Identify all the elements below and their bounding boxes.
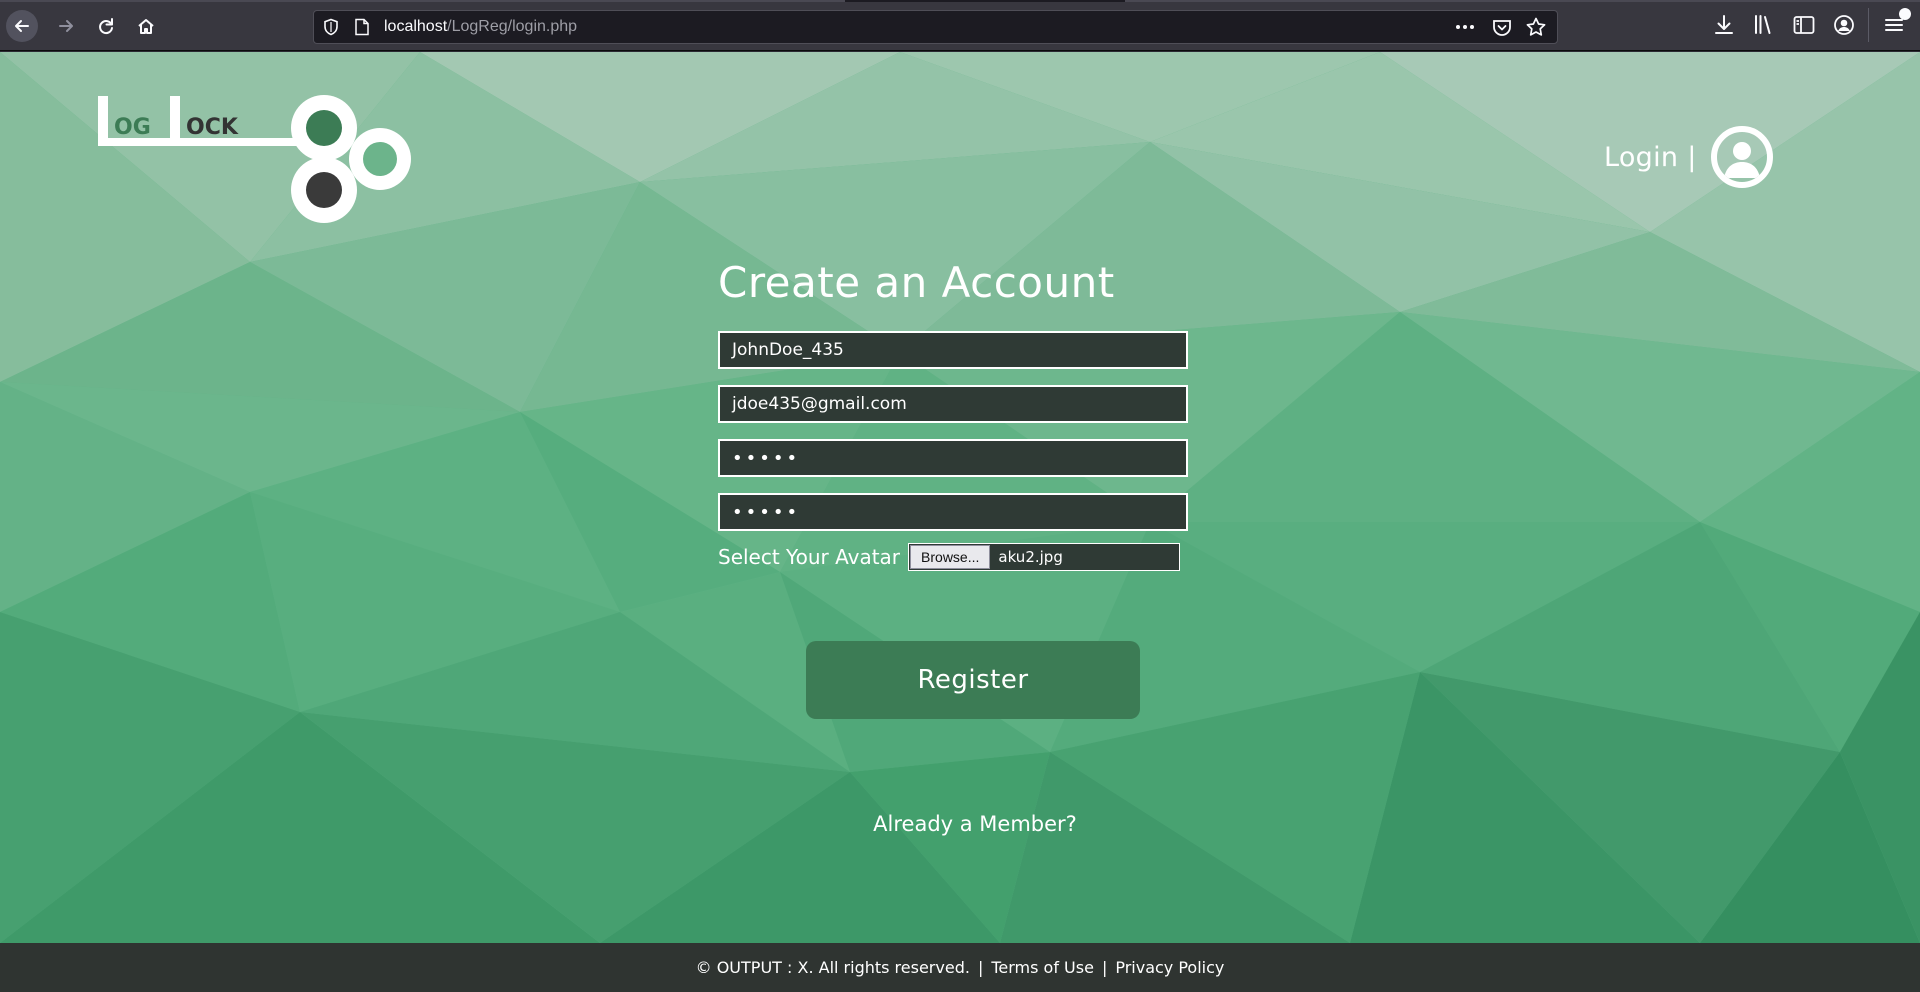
tab-strip-edge — [0, 0, 1920, 2]
more-icon[interactable] — [1453, 17, 1477, 37]
sidebar-button[interactable] — [1791, 12, 1817, 38]
shield-icon[interactable] — [322, 18, 340, 36]
avatar-file-input[interactable]: Browse... aku2.jpg — [908, 543, 1181, 571]
update-badge-icon — [1899, 8, 1911, 20]
register-button[interactable]: Register — [806, 641, 1140, 719]
login-link[interactable]: Login | — [1604, 142, 1697, 173]
url-host: localhost — [384, 18, 448, 35]
already-member-link-text[interactable]: Already a Member? — [873, 812, 1077, 836]
privacy-link[interactable]: Privacy Policy — [1115, 958, 1224, 977]
back-button[interactable] — [6, 10, 38, 42]
register-form: Create an Account JohnDoe_435 jdoe435@gm… — [718, 258, 1188, 571]
confirm-password-input[interactable]: ••••• — [718, 493, 1188, 531]
home-button[interactable] — [130, 10, 162, 42]
user-avatar-icon[interactable] — [1710, 126, 1773, 188]
already-member-link: Already a Member? — [0, 812, 1920, 836]
form-title: Create an Account — [718, 258, 1115, 307]
footer-separator: | — [1101, 958, 1108, 977]
url-path: /LogReg/login.php — [447, 18, 578, 35]
library-icon — [1755, 15, 1771, 34]
avatar-label: Select Your Avatar — [718, 545, 901, 569]
pocket-icon[interactable] — [1491, 17, 1513, 39]
browser-toolbar: localhost/LogReg/login.php — [0, 0, 1920, 51]
star-icon[interactable] — [1525, 16, 1547, 38]
download-icon — [1715, 15, 1733, 34]
login-nav[interactable]: Login | — [1604, 126, 1773, 188]
downloads-button[interactable] — [1711, 12, 1737, 38]
reload-button[interactable] — [90, 10, 122, 42]
url-bar[interactable]: localhost/LogReg/login.php — [313, 10, 1558, 44]
forward-button[interactable] — [50, 10, 82, 42]
forward-arrow-icon — [59, 20, 73, 32]
account-button[interactable] — [1831, 12, 1857, 38]
avatar-row: Select Your Avatar Browse... aku2.jpg — [718, 543, 1188, 571]
username-input[interactable]: JohnDoe_435 — [718, 331, 1188, 369]
terms-link[interactable]: Terms of Use — [991, 958, 1094, 977]
toolbar-separator — [1868, 8, 1869, 42]
avatar-file-name: aku2.jpg — [998, 548, 1063, 566]
reload-icon — [99, 18, 113, 35]
loglock-logo[interactable]: OG OCK — [98, 94, 418, 224]
email-input[interactable]: jdoe435@gmail.com — [718, 385, 1188, 423]
password-input[interactable]: ••••• — [718, 439, 1188, 477]
footer: © OUTPUT : X. All rights reserved. | Ter… — [0, 943, 1920, 992]
sidebar-icon — [1793, 16, 1815, 34]
url-text[interactable]: localhost/LogReg/login.php — [384, 18, 577, 36]
home-icon — [138, 19, 154, 34]
footer-copyright: © OUTPUT : X. All rights reserved. — [695, 958, 970, 977]
logo-text-ock: OCK — [186, 115, 239, 140]
browse-button[interactable]: Browse... — [910, 545, 991, 569]
page-icon[interactable] — [354, 18, 370, 36]
library-button[interactable] — [1751, 12, 1777, 38]
back-arrow-icon — [15, 20, 29, 32]
account-icon — [1834, 15, 1854, 35]
footer-separator: | — [977, 958, 984, 977]
page-background: OG OCK Login | Create an Account JohnDoe… — [0, 52, 1920, 943]
logo-text-og: OG — [114, 115, 151, 140]
app-menu-button[interactable] — [1881, 8, 1911, 38]
